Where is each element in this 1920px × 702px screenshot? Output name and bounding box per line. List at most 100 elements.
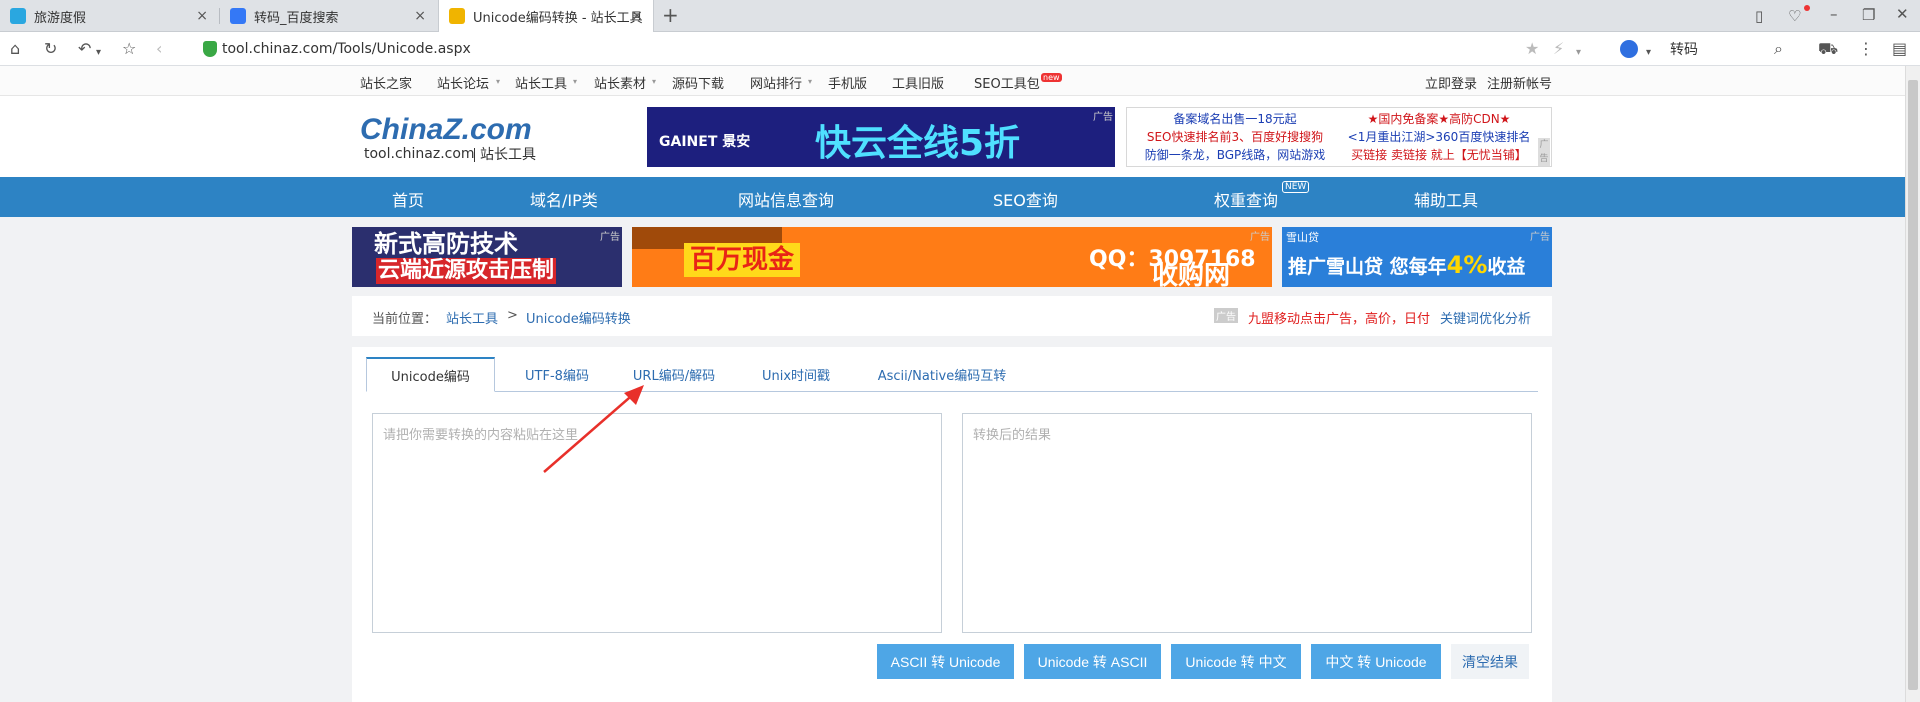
ad-line: 新式高防技术 xyxy=(374,230,518,258)
ad-headline: 快云全线5折 xyxy=(815,123,1021,164)
xueshandai-ad-banner[interactable]: 雪山贷 推广雪山贷 您每年4%收益 广告 xyxy=(1282,227,1552,287)
nav-item-aux-tools[interactable]: 辅助工具 xyxy=(1414,187,1478,211)
close-window-icon[interactable]: ✕ xyxy=(1896,5,1909,23)
topstrip-link[interactable]: 站长工具 xyxy=(515,73,567,92)
chevron-down-icon: ▾ xyxy=(573,77,578,86)
back-icon[interactable]: ‹ xyxy=(156,39,162,59)
gainet-ad-banner[interactable]: GAINET 景安 快云全线5折 广告 xyxy=(647,107,1115,167)
nav-item-seo[interactable]: SEO查询 xyxy=(993,187,1058,211)
close-tab-icon[interactable]: × xyxy=(414,8,426,24)
text-ad-link[interactable]: ★国内免备案★高防CDN★ xyxy=(1339,110,1539,128)
chevron-down-icon: ▾ xyxy=(652,77,657,86)
output-textarea[interactable] xyxy=(962,413,1532,633)
ad-tag: 广告 xyxy=(1530,232,1550,243)
topstrip-link[interactable]: 站长论坛 xyxy=(437,73,489,92)
ad-text: 推广雪山贷 您每年4%收益 xyxy=(1288,251,1526,279)
breadcrumb-link-unicode[interactable]: Unicode编码转换 xyxy=(526,308,631,327)
secure-shield-icon xyxy=(203,41,217,57)
minimize-icon[interactable]: – xyxy=(1830,5,1838,23)
tab-title: 转码_百度搜索 xyxy=(254,10,339,26)
home-icon[interactable]: ⌂ xyxy=(10,39,20,59)
chevron-down-icon[interactable]: ▾ xyxy=(96,43,101,63)
tab-unicode[interactable]: Unicode编码 xyxy=(366,357,495,392)
sidebar-toggle-icon[interactable]: ▯ xyxy=(1755,7,1763,25)
browser-tab-travel[interactable]: 旅游度假 × xyxy=(0,0,218,32)
topstrip-link[interactable]: 源码下载 xyxy=(672,73,724,92)
tab-unix-timestamp[interactable]: Unix时间戳 xyxy=(736,357,856,392)
browser-tab-unicode[interactable]: Unicode编码转换 - 站长工具 × xyxy=(438,0,654,32)
unicode-to-ascii-button[interactable]: Unicode 转 ASCII xyxy=(1024,644,1161,679)
register-link[interactable]: 注册新帐号 xyxy=(1487,73,1552,92)
breadcrumb-link-tools[interactable]: 站长工具 xyxy=(446,308,498,327)
restore-icon[interactable]: ❐ xyxy=(1862,6,1875,24)
ad-tag: 广告 xyxy=(600,232,620,243)
nav-item-site-info[interactable]: 网站信息查询 xyxy=(738,187,834,211)
cart-icon[interactable]: ⛟ xyxy=(1818,39,1838,59)
chevron-down-icon: ▾ xyxy=(496,77,501,86)
ad-buy-text: 收购网站、 xyxy=(1152,261,1231,287)
topstrip-link[interactable]: 工具旧版 xyxy=(892,73,944,92)
travel-favicon-icon xyxy=(10,8,26,24)
ddos-ad-banner[interactable]: 新式高防技术 云端近源攻击压制 广告 xyxy=(352,227,622,287)
input-textarea[interactable] xyxy=(372,413,942,633)
topstrip-link[interactable]: SEO工具包 xyxy=(974,73,1040,92)
nav-item-weight[interactable]: 权重查询 xyxy=(1214,187,1278,211)
tool-panel: Unicode编码 UTF-8编码 URL编码/解码 Unix时间戳 Ascii… xyxy=(352,347,1552,702)
page-scrollbar[interactable] xyxy=(1905,66,1920,702)
login-link[interactable]: 立即登录 xyxy=(1425,73,1477,92)
site-header: ChinaZ.com tool.chinaz.com 站长工具 GAINET 景… xyxy=(0,96,1905,177)
site-logo[interactable]: ChinaZ.com xyxy=(360,113,532,147)
topstrip-link[interactable]: 站长素材 xyxy=(594,73,646,92)
site-top-strip: 站长之家 站长论坛 ▾ 站长工具 ▾ 站长素材 ▾ 源码下载 网站排行 ▾ 手机… xyxy=(0,66,1905,96)
chinese-to-unicode-button[interactable]: 中文 转 Unicode xyxy=(1311,644,1441,679)
lightning-icon[interactable]: ⚡ xyxy=(1553,39,1564,59)
chevron-down-icon[interactable]: ▾ xyxy=(1576,43,1581,63)
ad-cash-text: 百万现金 xyxy=(684,243,801,277)
clear-result-button[interactable]: 清空结果 xyxy=(1451,644,1529,679)
text-ad-link[interactable]: 备案域名出售一18元起 xyxy=(1135,110,1335,128)
breadcrumb: 当前位置： 站长工具 > Unicode编码转换 广告 九盟移动点击广告，高价，… xyxy=(352,296,1552,336)
cash-ad-banner[interactable]: 百万现金 QQ：3097168 收购网站、 广告 xyxy=(632,227,1272,287)
bookmark-star-icon[interactable]: ☆ xyxy=(122,39,136,59)
topstrip-link[interactable]: 手机版 xyxy=(828,73,867,92)
skin-icon[interactable]: ♡ xyxy=(1788,7,1801,25)
address-input[interactable] xyxy=(222,36,1512,62)
favorite-star-icon[interactable]: ★ xyxy=(1525,39,1539,59)
ad-text-link[interactable]: 九盟移动点击广告，高价，日付 xyxy=(1248,308,1430,327)
keyword-analysis-link[interactable]: 关键词优化分析 xyxy=(1440,308,1531,327)
nav-item-home[interactable]: 首页 xyxy=(392,187,424,211)
tab-ascii-native[interactable]: Ascii/Native编码互转 xyxy=(856,357,1028,392)
new-tab-button[interactable]: + xyxy=(662,3,679,27)
topstrip-link[interactable]: 网站排行 xyxy=(750,73,802,92)
text-ad-link[interactable]: 防御一条龙，BGP线路，网站游戏 xyxy=(1135,146,1335,164)
logo-tag: 站长工具 xyxy=(474,148,536,162)
topstrip-link[interactable]: 站长之家 xyxy=(360,73,412,92)
text-ad-link[interactable]: SEO快速排名前3、百度好搜搜狗 xyxy=(1135,128,1335,146)
browser-tab-baidu[interactable]: 转码_百度搜索 × xyxy=(220,0,436,32)
search-icon[interactable]: ⌕ xyxy=(1774,39,1783,59)
menu-icon[interactable]: ⋮ xyxy=(1858,39,1874,59)
scrollbar-thumb[interactable] xyxy=(1908,80,1918,690)
chinaz-favicon-icon xyxy=(449,8,465,24)
nav-item-domain-ip[interactable]: 域名/IP类 xyxy=(530,187,598,211)
ad-badge: 广告 xyxy=(1214,308,1238,323)
unicode-to-chinese-button[interactable]: Unicode 转 中文 xyxy=(1171,644,1301,679)
baidu-paw-icon[interactable] xyxy=(1620,40,1638,58)
refresh-icon[interactable]: ↻ xyxy=(44,39,57,59)
text-ad-link[interactable]: <1月重出江湖>360百度快速排名 xyxy=(1339,128,1539,146)
sidebar-icon[interactable]: ▤ xyxy=(1892,39,1907,59)
ad-logo: 雪山贷 xyxy=(1286,231,1319,244)
undo-icon[interactable]: ↶ xyxy=(78,39,91,59)
close-tab-icon[interactable]: × xyxy=(196,8,208,24)
text-ad-link[interactable]: 买链接 卖链接 就上【无忧当铺】 xyxy=(1339,146,1539,164)
search-input[interactable] xyxy=(1670,38,1770,60)
ad-tag: 广告 xyxy=(1538,138,1550,166)
close-tab-icon[interactable]: × xyxy=(631,8,643,24)
tab-title: 旅游度假 xyxy=(34,10,87,26)
chevron-down-icon[interactable]: ▾ xyxy=(1646,43,1651,63)
ad-brand: GAINET 景安 xyxy=(659,134,751,150)
main-nav: 首页 域名/IP类 网站信息查询 SEO查询 权重查询 NEW 辅助工具 xyxy=(0,177,1905,217)
new-badge: new xyxy=(1041,73,1062,82)
logo-subtitle: tool.chinaz.com xyxy=(364,146,475,162)
ascii-to-unicode-button[interactable]: ASCII 转 Unicode xyxy=(877,644,1014,679)
